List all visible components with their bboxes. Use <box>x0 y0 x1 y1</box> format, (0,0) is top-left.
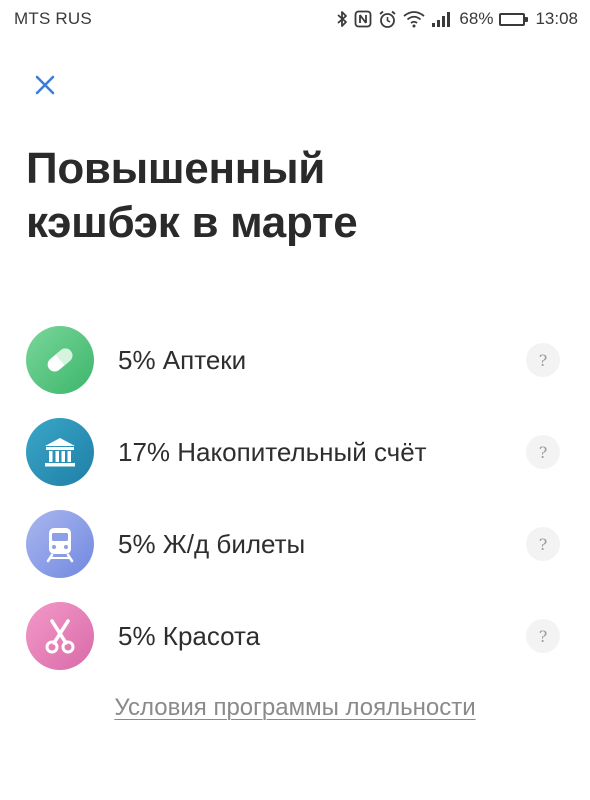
screen: MTS RUS 68% 13:08 Повышенный кэшбэк в ма… <box>0 0 590 800</box>
close-icon <box>35 75 55 95</box>
bank-icon <box>26 418 94 486</box>
loyalty-terms-link[interactable]: Условия программы лояльности <box>0 694 590 722</box>
help-button[interactable]: ? <box>526 619 560 653</box>
page-title: Повышенный кэшбэк в марте <box>26 142 546 249</box>
cashback-item-label: 17% Накопительный счёт <box>118 436 427 467</box>
cashback-item-pharmacy[interactable]: 5% Аптеки ? <box>0 314 590 406</box>
status-bar: MTS RUS 68% 13:08 <box>0 0 590 38</box>
carrier-name: MTS RUS <box>14 9 92 28</box>
page-title-line-2: кэшбэк в марте <box>26 197 358 247</box>
cashback-item-train-tickets[interactable]: 5% Ж/д билеты ? <box>0 498 590 590</box>
close-button[interactable] <box>28 68 62 102</box>
battery-percent: 68% <box>459 9 494 28</box>
page-title-line-1: Повышенный <box>26 144 326 193</box>
cashback-item-label: 5% Ж/д билеты <box>118 528 306 559</box>
train-icon <box>26 510 94 578</box>
pill-icon <box>26 326 94 394</box>
nfc-icon <box>354 10 372 28</box>
bluetooth-icon <box>336 10 348 28</box>
help-button[interactable]: ? <box>526 435 560 469</box>
cashback-item-label: 5% Красота <box>118 620 261 651</box>
help-button[interactable]: ? <box>526 343 560 377</box>
wifi-icon <box>403 10 425 28</box>
cashback-list: 5% Аптеки ? 17% Накопительный счёт ? 5% … <box>0 314 590 682</box>
cashback-item-label: 5% Аптеки <box>118 344 247 375</box>
cashback-item-beauty[interactable]: 5% Красота ? <box>0 590 590 682</box>
alarm-icon <box>378 10 397 29</box>
help-button[interactable]: ? <box>526 527 560 561</box>
clock: 13:08 <box>535 9 578 28</box>
cashback-item-savings-account[interactable]: 17% Накопительный счёт ? <box>0 406 590 498</box>
scissors-icon <box>26 602 94 670</box>
battery-icon <box>499 12 529 26</box>
signal-icon <box>431 11 453 28</box>
status-icons: 68% 13:08 <box>336 7 578 31</box>
